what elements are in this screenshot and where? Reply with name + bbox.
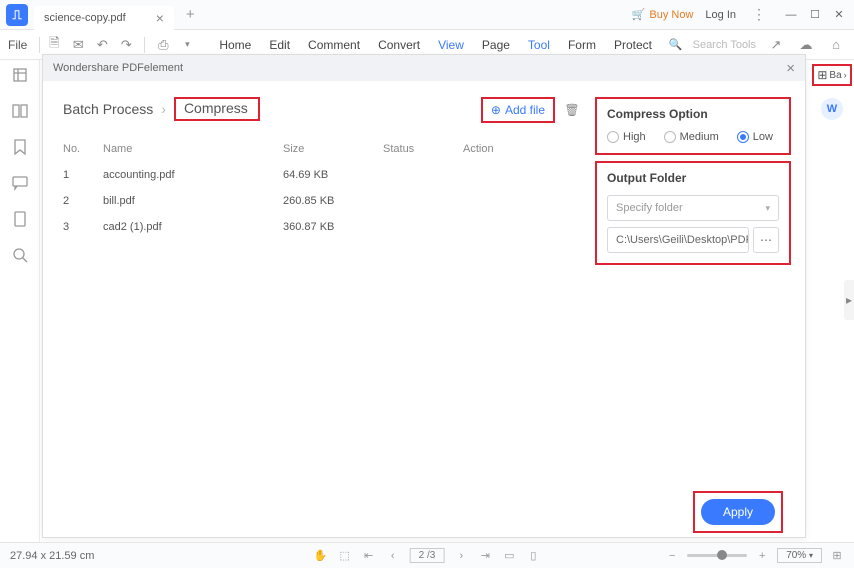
radio-low[interactable]: Low	[737, 131, 773, 143]
menu-convert[interactable]: Convert	[378, 38, 420, 52]
radio-medium[interactable]: Medium	[664, 131, 719, 143]
apply-button[interactable]: Apply	[701, 499, 775, 525]
word-export-icon[interactable]: W	[821, 98, 843, 120]
new-tab-button[interactable]: +	[186, 6, 195, 23]
col-no: No.	[63, 143, 103, 155]
maximize-button[interactable]: ☐	[804, 4, 826, 26]
menu-page[interactable]: Page	[482, 38, 510, 52]
save-icon[interactable]: 🗎	[44, 35, 64, 55]
close-tab-icon[interactable]: ×	[156, 10, 164, 26]
table-row[interactable]: 3 cad2 (1).pdf 360.87 KB	[63, 214, 581, 240]
thumbnails-icon[interactable]	[11, 102, 29, 120]
prev-page-icon[interactable]: ‹	[386, 550, 400, 562]
undo-icon[interactable]: ↶	[92, 35, 112, 55]
more-menu-icon[interactable]: ⋮	[752, 6, 766, 23]
output-path-input[interactable]: C:\Users\Geili\Desktop\PDFelement\Op	[607, 227, 749, 253]
dialog-title: Wondershare PDFelement	[53, 62, 183, 74]
search-tools-input[interactable]: Search Tools	[693, 39, 756, 51]
mail-icon[interactable]: ✉	[68, 35, 88, 55]
status-bar: 27.94 x 21.59 cm ✋ ⬚ ⇤ ‹ 2 /3 › ⇥ ▭ ▯ − …	[0, 542, 854, 568]
share-icon[interactable]: ↗	[766, 35, 786, 55]
breadcrumb-current: Compress	[184, 100, 248, 116]
menu-home[interactable]: Home	[219, 38, 251, 52]
zoom-in-icon[interactable]: +	[755, 550, 769, 562]
compress-option-title: Compress Option	[607, 107, 779, 121]
cart-icon: 🛒	[632, 8, 646, 21]
page-number-input[interactable]: 2 /3	[410, 548, 445, 563]
bookmark-icon[interactable]	[11, 138, 29, 156]
comment-icon[interactable]	[11, 174, 29, 192]
chevron-down-icon[interactable]: ▾	[177, 35, 197, 55]
minimize-button[interactable]: —	[780, 4, 802, 26]
output-folder-title: Output Folder	[607, 171, 779, 185]
menu-tool[interactable]: Tool	[528, 38, 550, 52]
main-menu: Home Edit Comment Convert View Page Tool…	[219, 38, 652, 52]
browse-folder-button[interactable]: ⋯	[753, 227, 779, 253]
search-icon: 🔍	[669, 38, 683, 51]
col-status: Status	[383, 143, 463, 155]
search-panel-icon[interactable]	[11, 246, 29, 264]
app-icon: ⎍	[6, 4, 28, 26]
batch-process-dialog: Wondershare PDFelement × Batch Process ›…	[42, 54, 806, 538]
radio-high[interactable]: High	[607, 131, 646, 143]
chevron-right-icon: ›	[161, 101, 166, 117]
hand-tool-icon[interactable]: ✋	[314, 549, 328, 562]
add-file-button[interactable]: ⊕ Add file	[491, 103, 545, 117]
compress-option-panel: Compress Option High Medium Low	[595, 97, 791, 155]
close-window-button[interactable]: ✕	[828, 4, 850, 26]
view-mode-icon[interactable]: ⊞	[830, 549, 844, 562]
last-page-icon[interactable]: ⇥	[478, 549, 492, 562]
file-menu[interactable]: File	[8, 38, 27, 52]
delete-file-button[interactable]: 🗑	[563, 101, 581, 119]
output-folder-select[interactable]: Specify folder ▾	[607, 195, 779, 221]
print-icon[interactable]: ⎙	[153, 35, 173, 55]
output-folder-panel: Output Folder Specify folder ▾ C:\Users\…	[595, 161, 791, 265]
redo-icon[interactable]: ↷	[116, 35, 136, 55]
col-size: Size	[283, 143, 383, 155]
menu-protect[interactable]: Protect	[614, 38, 652, 52]
menu-edit[interactable]: Edit	[269, 38, 290, 52]
fit-page-icon[interactable]: ▭	[502, 549, 516, 562]
table-row[interactable]: 2 bill.pdf 260.85 KB	[63, 188, 581, 214]
file-table: No. Name Size Status Action 1 accounting…	[63, 137, 581, 240]
menu-view[interactable]: View	[438, 38, 464, 52]
document-tab[interactable]: science-copy.pdf ×	[34, 6, 174, 30]
title-bar: ⎍ science-copy.pdf × + 🛒 Buy Now Log In …	[0, 0, 854, 30]
login-link[interactable]: Log In	[705, 9, 736, 21]
zoom-level-input[interactable]: 70% ▾	[777, 548, 822, 563]
menu-comment[interactable]: Comment	[308, 38, 360, 52]
zoom-slider[interactable]	[687, 554, 747, 557]
table-row[interactable]: 1 accounting.pdf 64.69 KB	[63, 162, 581, 188]
fit-width-icon[interactable]: ▯	[526, 549, 540, 562]
left-sidebar	[0, 60, 40, 542]
tab-filename: science-copy.pdf	[44, 12, 126, 24]
next-page-icon[interactable]: ›	[454, 550, 468, 562]
crop-tool-icon[interactable]	[11, 66, 29, 84]
buy-now-link[interactable]: 🛒 Buy Now	[632, 8, 694, 21]
chevron-down-icon: ▾	[765, 203, 770, 214]
batch-tool-chip[interactable]: ⊞Ba›	[812, 64, 851, 86]
dialog-header: Wondershare PDFelement ×	[43, 55, 805, 81]
zoom-out-icon[interactable]: −	[665, 550, 679, 562]
close-dialog-button[interactable]: ×	[786, 60, 795, 77]
first-page-icon[interactable]: ⇤	[362, 549, 376, 562]
plus-circle-icon: ⊕	[491, 103, 501, 117]
menu-form[interactable]: Form	[568, 38, 596, 52]
page-dimensions: 27.94 x 21.59 cm	[10, 550, 94, 562]
attachment-icon[interactable]	[11, 210, 29, 228]
col-action: Action	[463, 143, 543, 155]
cloud-icon[interactable]: ☁	[796, 35, 816, 55]
expand-right-panel-icon[interactable]: ▸	[844, 280, 854, 320]
select-tool-icon[interactable]: ⬚	[338, 549, 352, 562]
breadcrumb-root[interactable]: Batch Process	[63, 101, 153, 117]
home-icon[interactable]: ⌂	[826, 35, 846, 55]
col-name: Name	[103, 143, 283, 155]
